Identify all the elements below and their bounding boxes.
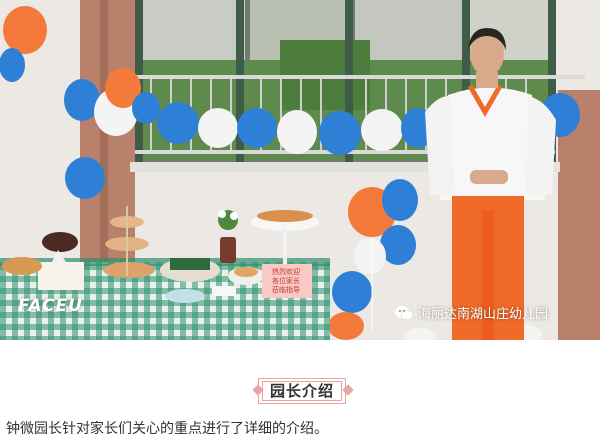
wechat-watermark: 海丽达南湖山庄幼儿园 (394, 303, 548, 322)
section-title: 园长介绍 (269, 382, 334, 400)
sign-line-3: 莅临指导 (272, 286, 300, 294)
table-welcome-sign: 热烈欢迎 各位家长 莅临指导 (262, 266, 310, 296)
wechat-icon (395, 305, 414, 320)
faceu-watermark: FACEU (18, 296, 83, 316)
sign-line-2: 各位家长 (272, 277, 300, 285)
sign-line-1: 热烈欢迎 (272, 268, 300, 276)
photo-caption: 钟微园长针对家长们关心的重点进行了详细的介绍。 (6, 421, 328, 437)
section-title-box: 园长介绍 (252, 378, 354, 406)
watermark-text: 海丽达南湖山庄幼儿园 (418, 307, 549, 322)
